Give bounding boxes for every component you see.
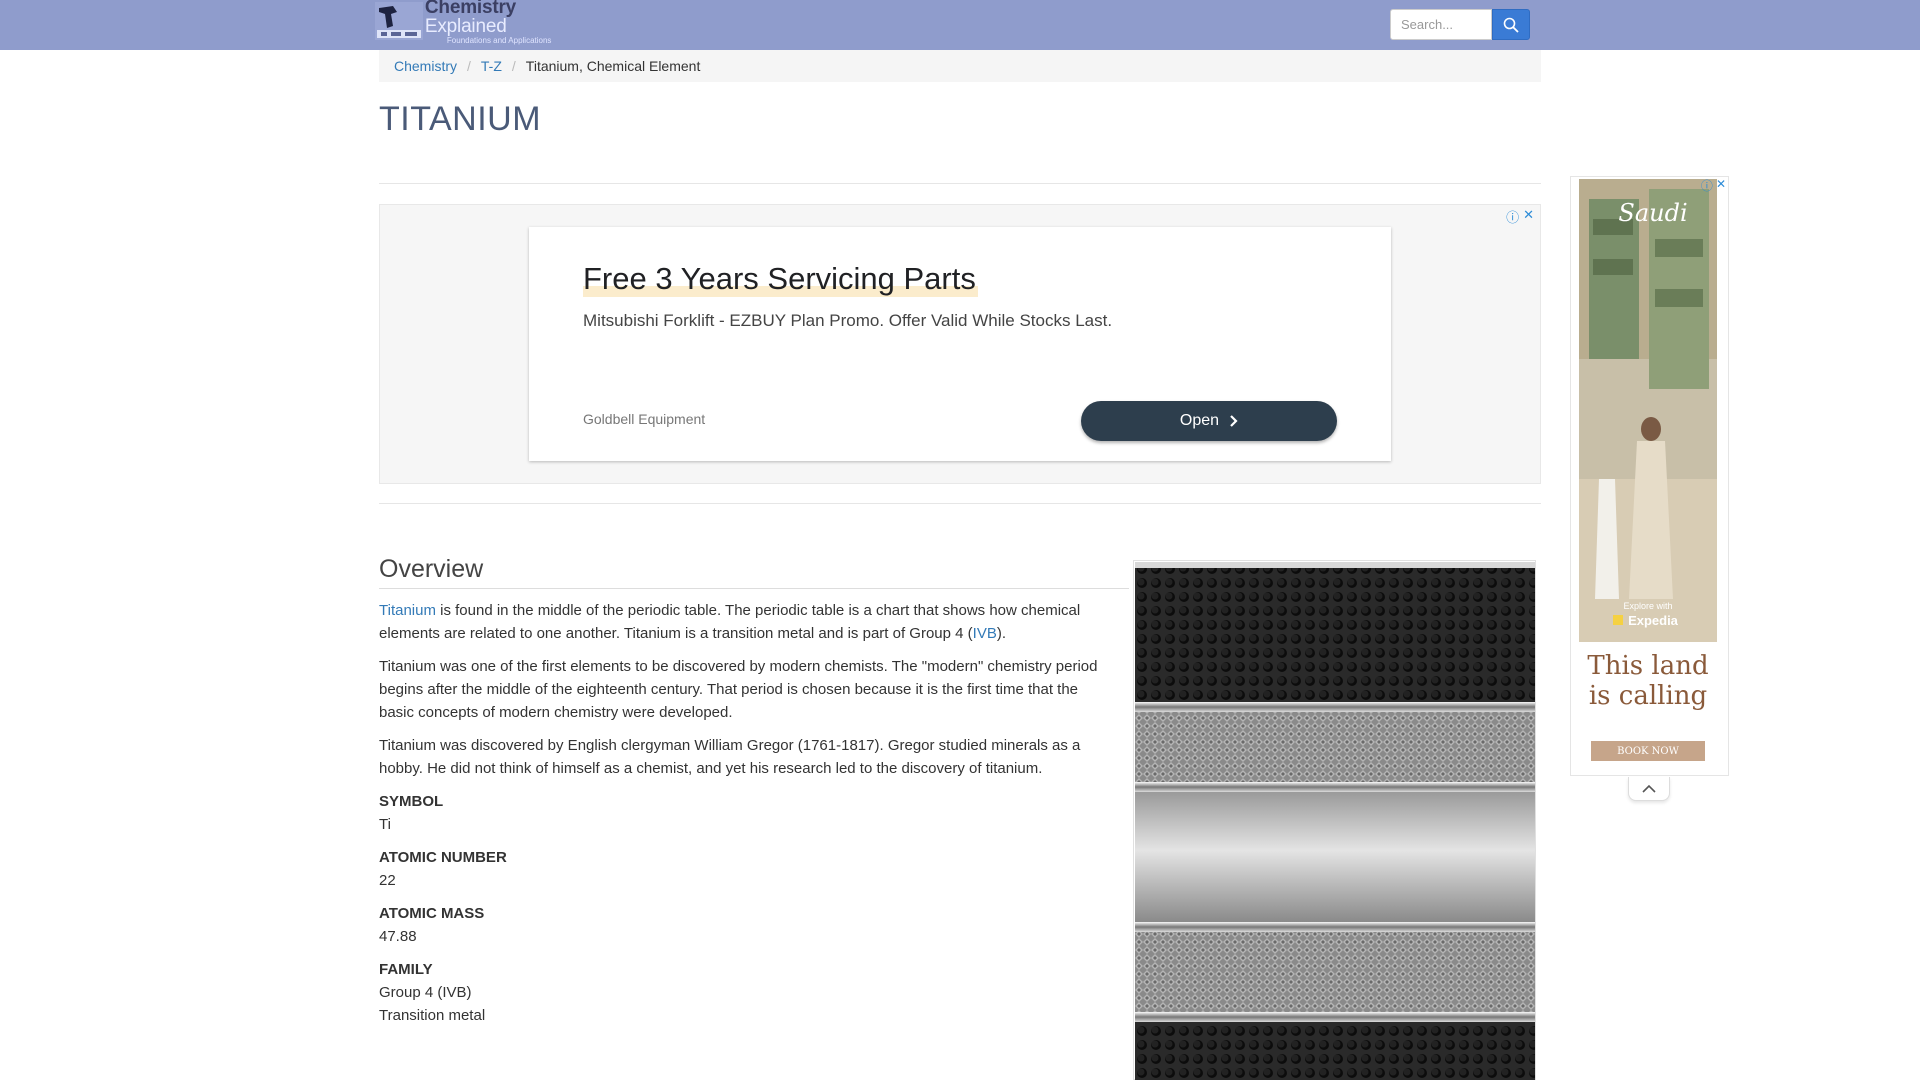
article-content: Overview Titanium is found in the middle… (379, 555, 1129, 1027)
side-ad-choices: ⓘ ✕ (1701, 177, 1726, 194)
side-ad-book-button[interactable]: BOOK NOW (1591, 741, 1705, 761)
ad-headline[interactable]: Free 3 Years Servicing Parts (583, 261, 978, 297)
side-ad-photo: Saudi Explore with Expedia (1579, 179, 1717, 642)
top-navbar: Chemistry Explained Foundations and Appl… (0, 0, 1920, 50)
side-ad-partner: Expedia (1628, 613, 1679, 628)
logo-flask-icon (375, 2, 423, 40)
titanium-link[interactable]: Titanium (379, 602, 436, 619)
breadcrumb-current: Titanium, Chemical Element (525, 58, 701, 74)
breadcrumb-separator: / (467, 58, 471, 74)
ad-open-label: Open (1179, 412, 1220, 429)
close-icon[interactable]: ✕ (1716, 177, 1726, 194)
search-form (1390, 9, 1530, 40)
side-ad[interactable]: ⓘ ✕ Saudi Explore with Expedia This land… (1570, 176, 1729, 776)
chevron-up-icon (1642, 784, 1656, 793)
search-input[interactable] (1390, 9, 1492, 40)
side-ad-tagline: This land is calling (1587, 651, 1709, 711)
section-heading: Overview (379, 555, 1129, 589)
side-ad-brand: Saudi (1618, 199, 1687, 227)
fact-family: FAMILY Group 4 (IVB) Transition metal (379, 961, 486, 1024)
breadcrumb-separator: / (511, 58, 516, 74)
chevron-right-icon (1230, 415, 1238, 427)
paragraph-2: Titanium was one of the first elements t… (379, 658, 1098, 721)
ad-choices: ⓘ ✕ (1506, 207, 1534, 226)
page-title: TITANIUM (379, 100, 542, 138)
fact-atomic-number: ATOMIC NUMBER 22 (379, 849, 507, 889)
divider (379, 503, 1541, 504)
logo-title-light: Explained (424, 15, 507, 37)
fact-symbol: SYMBOL Ti (379, 793, 444, 833)
breadcrumb: Chemistry / T-Z / Titanium, Chemical Ele… (379, 50, 1541, 82)
breadcrumb-chemistry[interactable]: Chemistry (394, 58, 457, 74)
ad-description: Mitsubishi Forklift - EZBUY Plan Promo. … (583, 311, 1113, 330)
breadcrumb-t-z[interactable]: T-Z (481, 58, 502, 74)
side-ad-partner-pre: Explore with (1623, 601, 1672, 611)
titanium-image (1133, 560, 1536, 1080)
paragraph-1: Titanium is found in the middle of the p… (379, 602, 1081, 642)
site-logo[interactable]: Chemistry Explained Foundations and Appl… (375, 0, 595, 44)
side-ad-collapse-button[interactable] (1628, 777, 1670, 801)
ivb-link[interactable]: IVB (973, 625, 997, 642)
ad-banner: ⓘ ✕ Free 3 Years Servicing Parts Mitsubi… (379, 204, 1541, 484)
ad-open-button[interactable]: Open (1081, 401, 1337, 441)
logo-subtitle: Foundations and Applications (446, 35, 552, 45)
info-icon[interactable]: ⓘ (1701, 177, 1713, 194)
search-button[interactable] (1492, 9, 1530, 40)
info-icon[interactable]: ⓘ (1506, 207, 1519, 226)
divider (379, 183, 1541, 184)
search-icon (1503, 17, 1519, 33)
fact-atomic-mass: ATOMIC MASS 47.88 (379, 905, 485, 945)
paragraph-3: Titanium was discovered by English clerg… (379, 737, 1081, 777)
ad-advertiser: Goldbell Equipment (583, 411, 706, 427)
close-icon[interactable]: ✕ (1523, 207, 1534, 226)
ad-card[interactable]: Free 3 Years Servicing Parts Mitsubishi … (529, 227, 1391, 461)
